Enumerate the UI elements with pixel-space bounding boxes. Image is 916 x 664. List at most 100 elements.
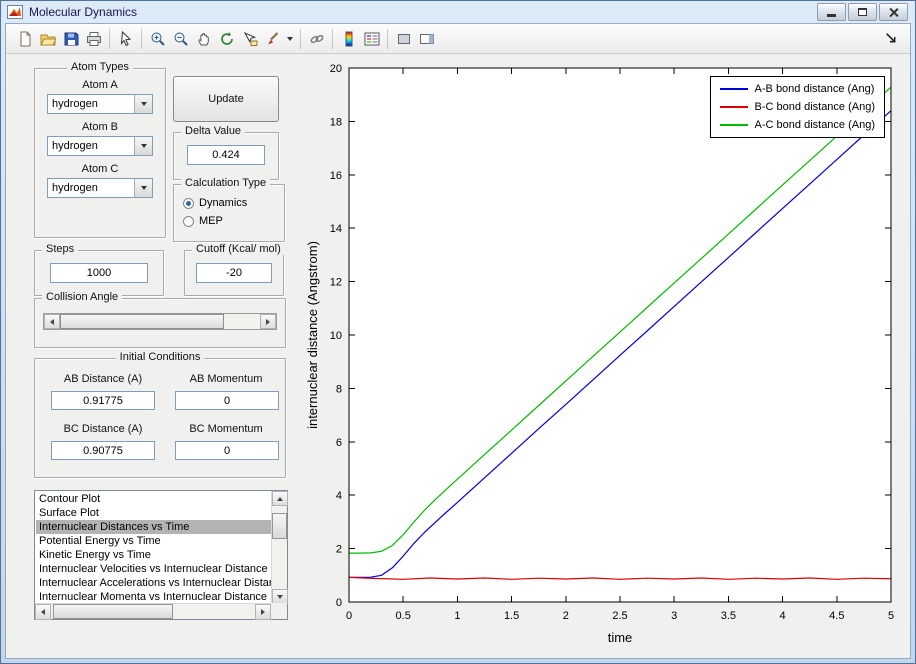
delta-value-panel: Delta Value <box>173 125 279 180</box>
svg-text:4: 4 <box>336 490 342 502</box>
svg-text:1.5: 1.5 <box>504 610 519 622</box>
zoom-in-button[interactable] <box>146 27 169 50</box>
calculation-type-panel: Calculation Type Dynamics MEP <box>173 177 285 242</box>
combo-dropdown-button[interactable] <box>134 179 152 197</box>
list-item[interactable]: Internuclear Velocities vs Internuclear … <box>36 562 271 576</box>
atom-combo-b[interactable]: hydrogen <box>47 136 153 156</box>
slider-thumb[interactable] <box>60 314 224 329</box>
toolbar-overflow-icon <box>885 32 895 42</box>
save-figure-button[interactable] <box>59 27 82 50</box>
minimize-button[interactable] <box>817 3 846 21</box>
pan-button[interactable] <box>192 27 215 50</box>
panel-title: Cutoff (Kcal/ mol) <box>192 243 285 255</box>
brush-data-icon <box>267 31 278 44</box>
link-plot-button[interactable] <box>305 27 328 50</box>
collision-angle-slider[interactable] <box>43 313 277 330</box>
chevron-down-icon <box>140 144 147 148</box>
brush-dropdown-button[interactable] <box>284 27 296 50</box>
slider-track[interactable] <box>60 314 260 329</box>
listbox-vertical-scrollbar[interactable] <box>271 491 288 604</box>
listbox-horizontal-scrollbar[interactable] <box>35 603 271 620</box>
cutoff-input[interactable] <box>196 263 272 283</box>
update-button[interactable]: Update <box>173 76 279 122</box>
edit-plot-button[interactable] <box>114 27 137 50</box>
ab-momentum-input[interactable] <box>175 391 279 410</box>
slider-left-button[interactable] <box>44 314 60 329</box>
collision-angle-panel: Collision Angle <box>34 291 286 348</box>
chevron-down-icon <box>140 102 147 106</box>
plot-axes[interactable]: 0 0.5 1 1.5 2 2.5 3 3.5 4 4.5 5 0 2 4 6 8 10 12 14 16 18 20 ti… <box>303 56 909 656</box>
new-figure-button[interactable] <box>13 27 36 50</box>
radio-mep[interactable]: MEP <box>183 212 280 230</box>
insert-legend-button[interactable] <box>360 27 383 50</box>
brush-data-button[interactable] <box>261 27 284 50</box>
legend-line-sample <box>719 88 748 90</box>
list-item[interactable]: Surface Plot <box>36 506 271 520</box>
svg-text:time: time <box>608 630 633 645</box>
atom-types-panel: Atom Types Atom A hydrogen Atom B hydrogen A… <box>34 61 166 238</box>
ab-distance-label: AB Distance (A) <box>63 373 143 385</box>
vertical-scroll-thumb[interactable] <box>272 513 287 539</box>
print-figure-button[interactable] <box>82 27 105 50</box>
delta-input[interactable] <box>187 145 265 165</box>
close-button[interactable] <box>879 3 908 21</box>
svg-text:2: 2 <box>336 544 342 556</box>
combo-value: hydrogen <box>52 98 98 110</box>
atom-label: Atom C <box>81 163 119 175</box>
list-item[interactable]: Potential Energy vs Time <box>36 534 271 548</box>
scroll-up-button[interactable] <box>272 491 288 506</box>
hide-plot-tools-button[interactable] <box>392 27 415 50</box>
zoom-out-button[interactable] <box>169 27 192 50</box>
chevron-down-icon <box>140 186 147 190</box>
combo-value: hydrogen <box>52 140 98 152</box>
list-item[interactable]: Internuclear Accelerations vs Internucle… <box>36 576 271 590</box>
toolbar-separator <box>141 28 142 49</box>
legend-line-sample <box>719 106 748 108</box>
list-item[interactable]: Internuclear Distances vs Time <box>36 520 271 534</box>
insert-colorbar-button[interactable] <box>337 27 360 50</box>
plot-legend[interactable]: A-B bond distance (Ang) B-C bond distance… <box>709 76 885 138</box>
svg-text:4.5: 4.5 <box>829 610 844 622</box>
scroll-right-button[interactable] <box>255 604 271 620</box>
data-cursor-button[interactable] <box>238 27 261 50</box>
ab-distance-input[interactable] <box>51 391 155 410</box>
radio-dynamics[interactable]: Dynamics <box>183 194 280 212</box>
scroll-left-button[interactable] <box>35 604 51 620</box>
combo-dropdown-button[interactable] <box>134 137 152 155</box>
svg-text:6: 6 <box>336 437 342 449</box>
window: Molecular Dynamics Atom Types Atom A hyd… <box>0 0 916 664</box>
svg-text:3: 3 <box>671 610 677 622</box>
panel-title: Atom Types <box>67 61 133 73</box>
open-file-button[interactable] <box>36 27 59 50</box>
panel-title: Delta Value <box>181 125 246 137</box>
arrow-right-icon <box>266 318 270 325</box>
toolbar-separator <box>300 28 301 49</box>
atom-combo-a[interactable]: hydrogen <box>47 94 153 114</box>
list-item[interactable]: Kinetic Energy vs Time <box>36 548 271 562</box>
legend-entry: A-C bond distance (Ang) <box>719 117 875 133</box>
list-item[interactable]: Internuclear Momenta vs Internuclear Dis… <box>36 590 271 603</box>
horizontal-scroll-thumb[interactable] <box>53 604 173 619</box>
slider-right-button[interactable] <box>260 314 276 329</box>
svg-text:10: 10 <box>330 330 342 342</box>
svg-text:1: 1 <box>454 610 460 622</box>
scroll-down-button[interactable] <box>272 589 288 604</box>
toolbar <box>6 24 910 54</box>
svg-text:3.5: 3.5 <box>721 610 736 622</box>
plot-listbox[interactable]: Contour Plot Surface Plot Internuclear Dis… <box>34 490 288 620</box>
combo-dropdown-button[interactable] <box>134 95 152 113</box>
steps-input[interactable] <box>50 263 148 283</box>
bc-momentum-input[interactable] <box>175 441 279 460</box>
show-plot-tools-button[interactable] <box>415 27 438 50</box>
bc-distance-input[interactable] <box>51 441 155 460</box>
list-item[interactable]: Contour Plot <box>36 492 271 506</box>
toolbar-overflow-button[interactable] <box>880 27 903 50</box>
rotate-3d-button[interactable] <box>215 27 238 50</box>
open-file-icon <box>39 34 56 45</box>
titlebar[interactable]: Molecular Dynamics <box>1 1 915 23</box>
maximize-button[interactable] <box>848 3 877 21</box>
svg-text:18: 18 <box>330 116 342 128</box>
update-button-label: Update <box>208 93 244 105</box>
atom-combo-c[interactable]: hydrogen <box>47 178 153 198</box>
edit-plot-icon <box>120 30 131 46</box>
